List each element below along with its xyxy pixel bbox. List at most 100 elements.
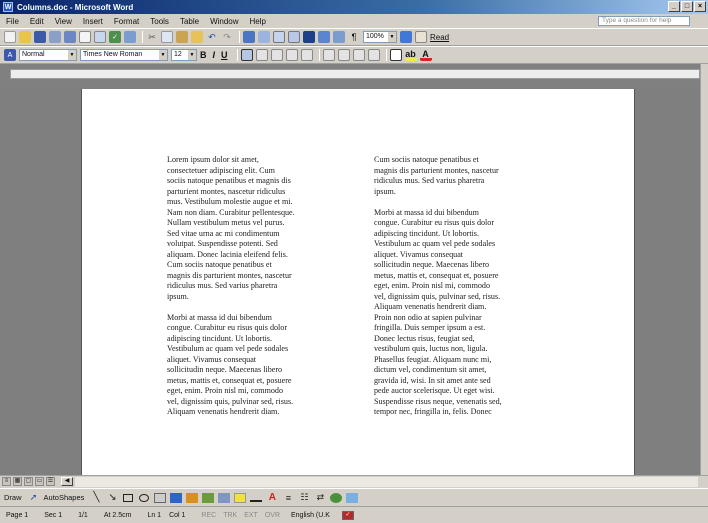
menu-help[interactable]: Help xyxy=(250,17,266,26)
numbering-icon[interactable] xyxy=(322,49,335,61)
drawing-icon[interactable] xyxy=(318,31,330,43)
menu-edit[interactable]: Edit xyxy=(30,17,44,26)
save-icon[interactable] xyxy=(34,31,46,43)
autoshapes-menu-button[interactable]: AutoShapes xyxy=(44,493,85,502)
shadow-style-icon[interactable] xyxy=(330,492,343,503)
line-spacing-icon[interactable] xyxy=(300,49,313,61)
bullets-icon[interactable] xyxy=(337,49,350,61)
word-app-icon[interactable]: W xyxy=(3,2,13,12)
zoom-select[interactable]: 100% ▼ xyxy=(363,31,397,43)
italic-button[interactable]: I xyxy=(213,50,216,60)
document-page[interactable]: Lorem ipsum dolor sit amet, consectetuer… xyxy=(81,89,635,475)
research-icon[interactable] xyxy=(124,31,136,43)
menu-view[interactable]: View xyxy=(55,17,72,26)
insert-picture-icon[interactable] xyxy=(218,492,231,503)
help-search-input[interactable]: Type a question for help xyxy=(598,16,690,26)
document-map-icon[interactable] xyxy=(333,31,345,43)
status-language[interactable]: English (U.K xyxy=(291,512,330,519)
menu-table[interactable]: Table xyxy=(180,17,199,26)
print-icon[interactable] xyxy=(79,31,91,43)
copy-icon[interactable] xyxy=(161,31,173,43)
underline-button[interactable]: U xyxy=(221,50,228,60)
style-select[interactable]: Normal ▼ xyxy=(19,49,77,61)
line-style-icon[interactable]: ≡ xyxy=(282,493,294,503)
arrow-tool-icon[interactable]: ↘ xyxy=(106,492,118,503)
draw-menu-button[interactable]: Draw xyxy=(4,493,22,502)
close-button[interactable]: × xyxy=(694,1,706,12)
menu-format[interactable]: Format xyxy=(114,17,139,26)
menu-window[interactable]: Window xyxy=(210,17,238,26)
wordart-icon[interactable] xyxy=(170,492,183,503)
insert-table-icon[interactable] xyxy=(273,31,285,43)
columns-icon[interactable] xyxy=(303,31,315,43)
tables-borders-icon[interactable] xyxy=(258,31,270,43)
status-rec[interactable]: REC xyxy=(201,512,216,519)
font-size-select[interactable]: 12 ▼ xyxy=(171,49,197,61)
vertical-scrollbar[interactable] xyxy=(700,64,708,475)
rectangle-tool-icon[interactable] xyxy=(122,493,134,503)
highlight-icon[interactable]: ab xyxy=(404,49,417,61)
permission-icon[interactable] xyxy=(49,31,61,43)
text-column-2[interactable]: Cum sociis natoque penatibus et magnis d… xyxy=(374,155,559,475)
status-ovr[interactable]: OVR xyxy=(265,512,280,519)
status-trk[interactable]: TRK xyxy=(223,512,237,519)
font-value: Times New Roman xyxy=(83,51,143,58)
menu-insert[interactable]: Insert xyxy=(83,17,103,26)
dash-style-icon[interactable]: ☷ xyxy=(298,492,310,503)
format-painter-icon[interactable] xyxy=(191,31,203,43)
status-ext[interactable]: EXT xyxy=(244,512,258,519)
paste-icon[interactable] xyxy=(176,31,188,43)
text-box-icon[interactable] xyxy=(154,492,167,503)
justify-icon[interactable] xyxy=(285,49,298,61)
line-tool-icon[interactable]: ╲ xyxy=(90,492,102,503)
line-color-icon[interactable] xyxy=(250,499,263,502)
normal-view-icon[interactable]: ≡ xyxy=(2,477,11,486)
styles-icon[interactable]: A xyxy=(4,49,16,61)
horizontal-ruler[interactable] xyxy=(10,69,700,79)
show-hide-icon[interactable]: ¶ xyxy=(348,31,360,43)
font-color-draw-icon[interactable]: A xyxy=(266,492,278,503)
undo-icon[interactable]: ↶ xyxy=(206,31,218,43)
cut-icon[interactable]: ✂ xyxy=(146,31,158,43)
clip-art-icon[interactable] xyxy=(202,492,215,503)
maximize-button[interactable]: □ xyxy=(681,1,693,12)
menu-tools[interactable]: Tools xyxy=(150,17,169,26)
bold-button[interactable]: B xyxy=(200,50,207,60)
web-layout-view-icon[interactable]: ▦ xyxy=(13,477,22,486)
help-icon[interactable] xyxy=(400,31,412,43)
spelling-status-icon[interactable]: ✓ xyxy=(341,510,354,520)
print-layout-view-icon[interactable]: ▢ xyxy=(24,477,33,486)
new-document-icon[interactable] xyxy=(4,31,16,43)
increase-indent-icon[interactable] xyxy=(367,49,380,61)
text-column-1[interactable]: Lorem ipsum dolor sit amet, consectetuer… xyxy=(167,155,352,475)
open-folder-icon[interactable] xyxy=(19,31,31,43)
read-button[interactable]: Read xyxy=(430,33,449,42)
font-color-icon[interactable]: A xyxy=(419,49,432,61)
oval-tool-icon[interactable] xyxy=(138,493,150,503)
reading-layout-view-icon[interactable]: ▭ xyxy=(35,477,44,486)
3d-style-icon[interactable] xyxy=(346,492,359,503)
border-icon[interactable] xyxy=(389,49,402,61)
email-icon[interactable] xyxy=(64,31,76,43)
insert-excel-icon[interactable] xyxy=(288,31,300,43)
hyperlink-icon[interactable] xyxy=(243,31,255,43)
outline-view-icon[interactable]: ☰ xyxy=(46,477,55,486)
arrow-style-icon[interactable]: ⇄ xyxy=(314,492,326,503)
read-icon[interactable] xyxy=(415,31,427,43)
align-right-icon[interactable] xyxy=(270,49,283,61)
spelling-icon[interactable]: ✓ xyxy=(109,31,121,43)
diagram-icon[interactable] xyxy=(186,492,199,503)
scroll-left-icon[interactable]: ◀ xyxy=(61,477,73,486)
align-left-icon[interactable] xyxy=(240,49,253,61)
decrease-indent-icon[interactable] xyxy=(352,49,365,61)
redo-icon[interactable]: ↷ xyxy=(221,31,233,43)
minimize-button[interactable]: _ xyxy=(668,1,680,12)
align-center-icon[interactable] xyxy=(255,49,268,61)
font-select[interactable]: Times New Roman ▼ xyxy=(80,49,168,61)
menu-file[interactable]: File xyxy=(6,17,19,26)
select-objects-icon[interactable]: ➚ xyxy=(28,492,40,503)
fill-color-icon[interactable] xyxy=(234,492,247,503)
print-preview-icon[interactable] xyxy=(94,31,106,43)
horizontal-scroll-track[interactable] xyxy=(75,476,698,487)
oval-shape xyxy=(139,493,150,502)
